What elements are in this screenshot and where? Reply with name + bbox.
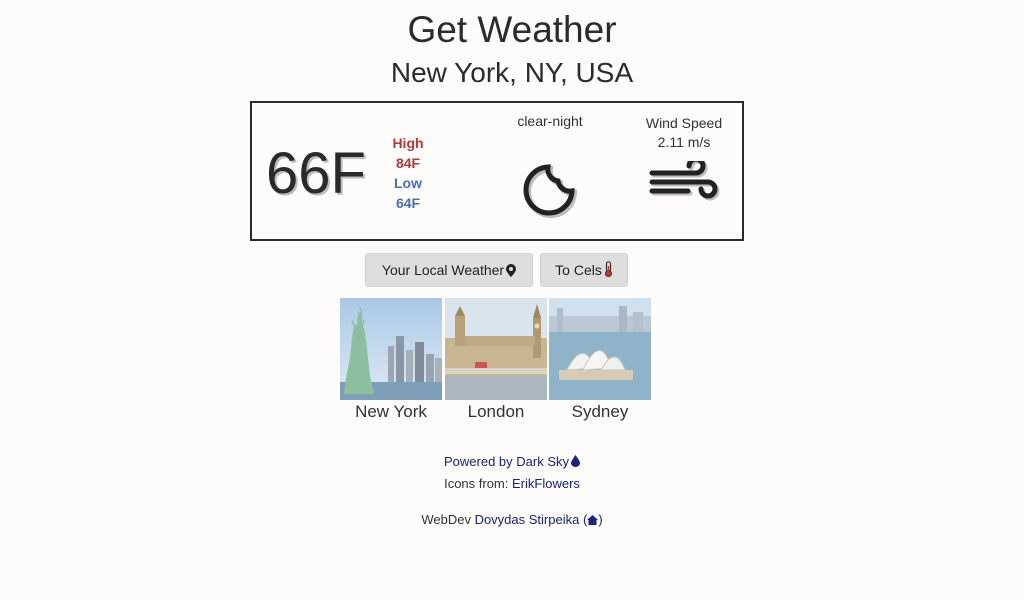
powered-by-label: Powered by Dark Sky bbox=[444, 454, 569, 469]
high-label: High bbox=[392, 135, 424, 151]
big-ben-image bbox=[445, 298, 547, 400]
wind-icon bbox=[649, 161, 720, 201]
to-celsius-label: To Cels bbox=[555, 262, 602, 278]
author-link[interactable]: Dovydas Stirpeika bbox=[475, 512, 580, 527]
low-value: 64F bbox=[395, 195, 421, 211]
city-name: Sydney bbox=[571, 402, 629, 421]
low-label: Low bbox=[394, 175, 422, 191]
city-london[interactable]: London bbox=[445, 298, 547, 422]
erikflowers-link[interactable]: ErikFlowers bbox=[512, 476, 580, 491]
powered-by-link[interactable]: Powered by Dark Sky bbox=[0, 454, 1024, 469]
statue-of-liberty-image bbox=[340, 298, 442, 400]
water-drop-icon bbox=[571, 455, 580, 467]
map-marker-icon bbox=[506, 264, 517, 277]
high-low-panel: High 84F Low 64F bbox=[382, 133, 434, 213]
city-name: New York bbox=[355, 402, 427, 421]
icons-credit: Icons from: ErikFlowers bbox=[0, 476, 1024, 491]
webdev-prefix: WebDev bbox=[421, 512, 475, 527]
local-weather-button[interactable]: Your Local Weather bbox=[365, 253, 533, 287]
city-sydney[interactable]: Sydney bbox=[549, 298, 651, 422]
weather-card: 66F High 84F Low 64F clear-night Wind Sp… bbox=[250, 101, 744, 241]
city-name: London bbox=[467, 402, 525, 421]
thermometer-icon bbox=[604, 261, 612, 277]
icons-credit-prefix: Icons from: bbox=[444, 476, 512, 491]
opera-house-image bbox=[549, 298, 651, 400]
high-value: 84F bbox=[395, 155, 421, 171]
city-new-york[interactable]: New York bbox=[340, 298, 442, 422]
wind-speed-value: 2.11 m/s bbox=[657, 134, 711, 150]
location-title: New York, NY, USA bbox=[390, 57, 634, 88]
webdev-credit: WebDev Dovydas Stirpeika () bbox=[0, 512, 1024, 527]
home-icon bbox=[587, 515, 599, 525]
author-home-link[interactable]: () bbox=[583, 512, 603, 527]
condition-label: clear-night bbox=[517, 113, 583, 129]
current-temperature[interactable]: 66F bbox=[266, 141, 366, 207]
wind-speed-label: Wind Speed bbox=[645, 115, 723, 131]
to-celsius-button[interactable]: To Cels bbox=[540, 253, 628, 287]
local-weather-label: Your Local Weather bbox=[381, 262, 505, 278]
moon-icon bbox=[523, 164, 578, 218]
page-title: Get Weather bbox=[407, 9, 617, 50]
